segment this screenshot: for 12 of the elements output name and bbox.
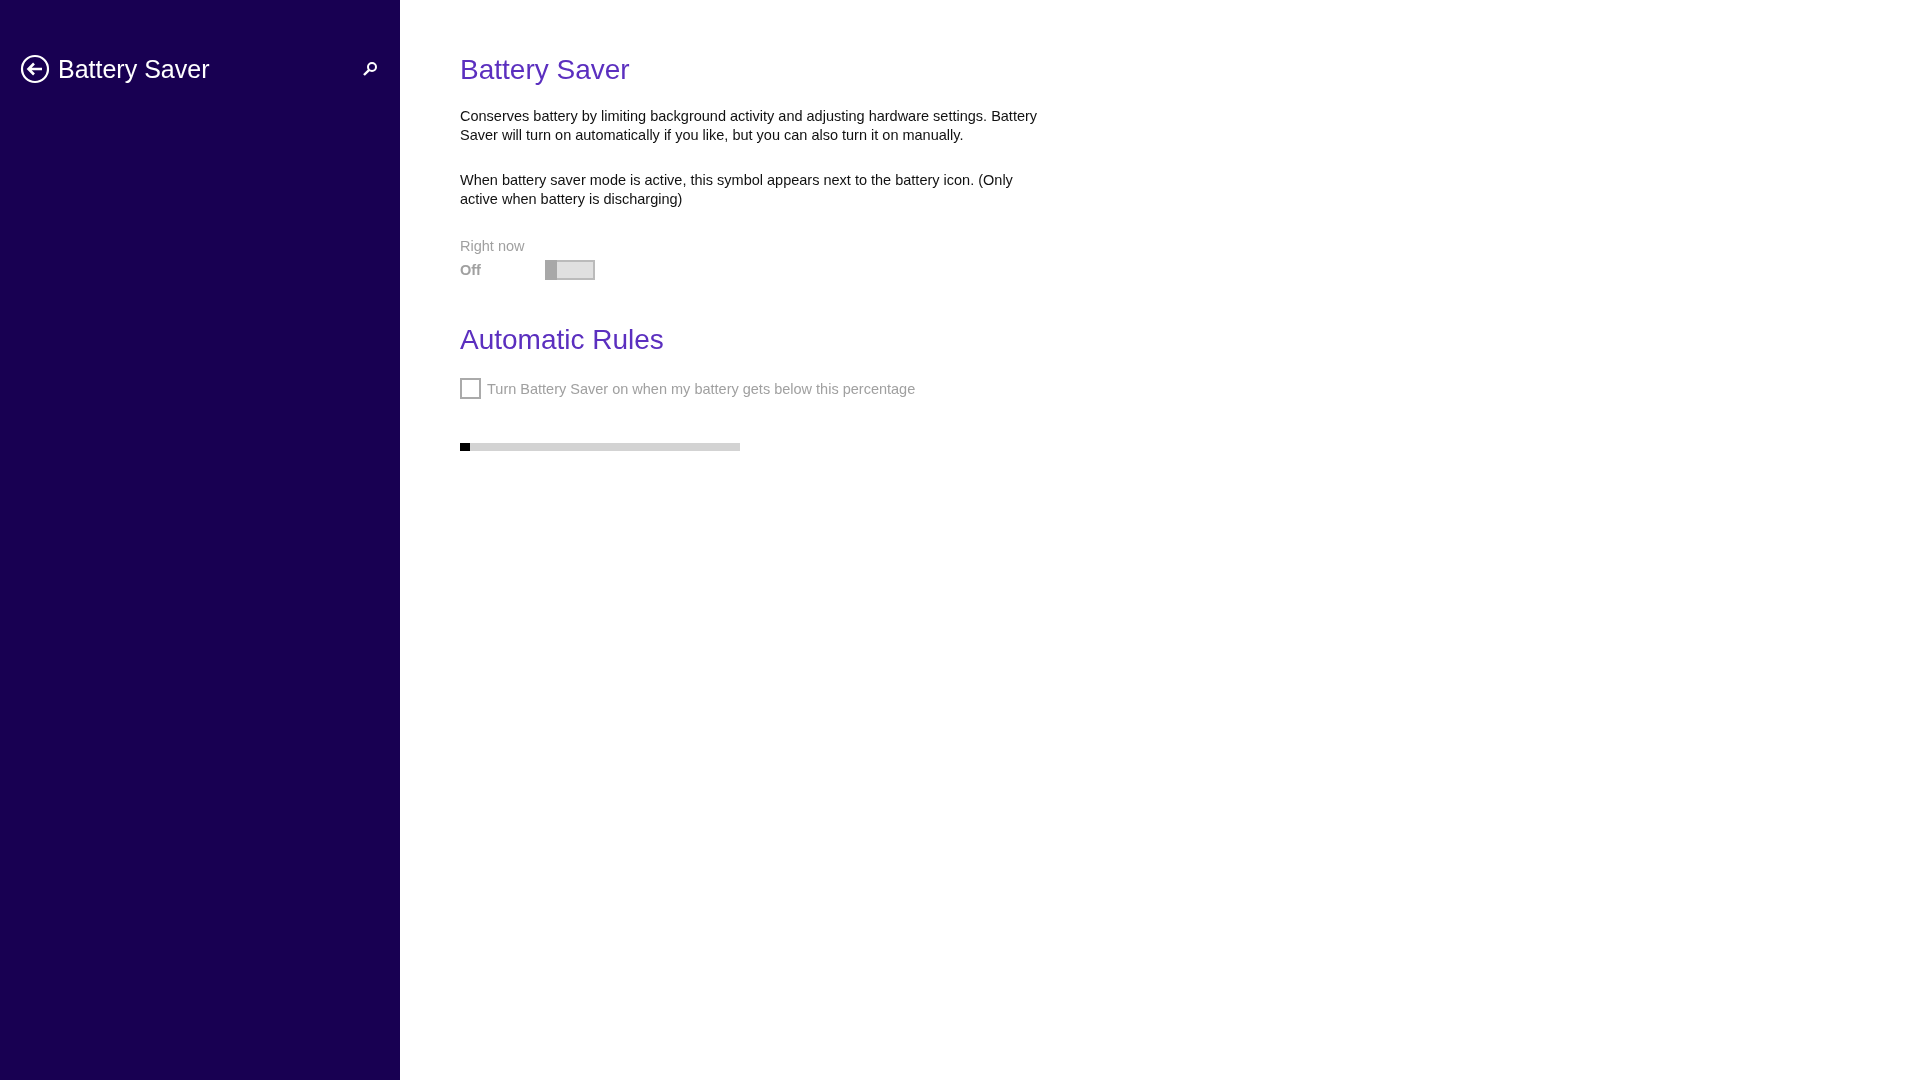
sidebar-title: Battery Saver [58, 54, 211, 84]
toggle-state: Off [460, 262, 482, 278]
search-icon[interactable] [362, 61, 378, 77]
page-title: Battery Saver [460, 54, 631, 86]
section-title: Automatic Rules [460, 324, 665, 356]
toggle-label: Right now [460, 238, 526, 254]
checkbox-label: Turn Battery Saver on when my battery gets below this percentage [487, 380, 916, 397]
description-text: When battery saver mode is active, this symbol appears next to the battery icon. (Only active when battery is discharging) [460, 171, 1014, 209]
description-text: Conserves battery by limiting background activity and adjusting hardware settings. Battery Saver will turn on automatically if you like, but you can also turn it on manually. [460, 107, 1039, 145]
slider[interactable] [460, 443, 740, 451]
slider-thumb[interactable] [460, 443, 470, 451]
back-icon[interactable] [20, 54, 50, 84]
